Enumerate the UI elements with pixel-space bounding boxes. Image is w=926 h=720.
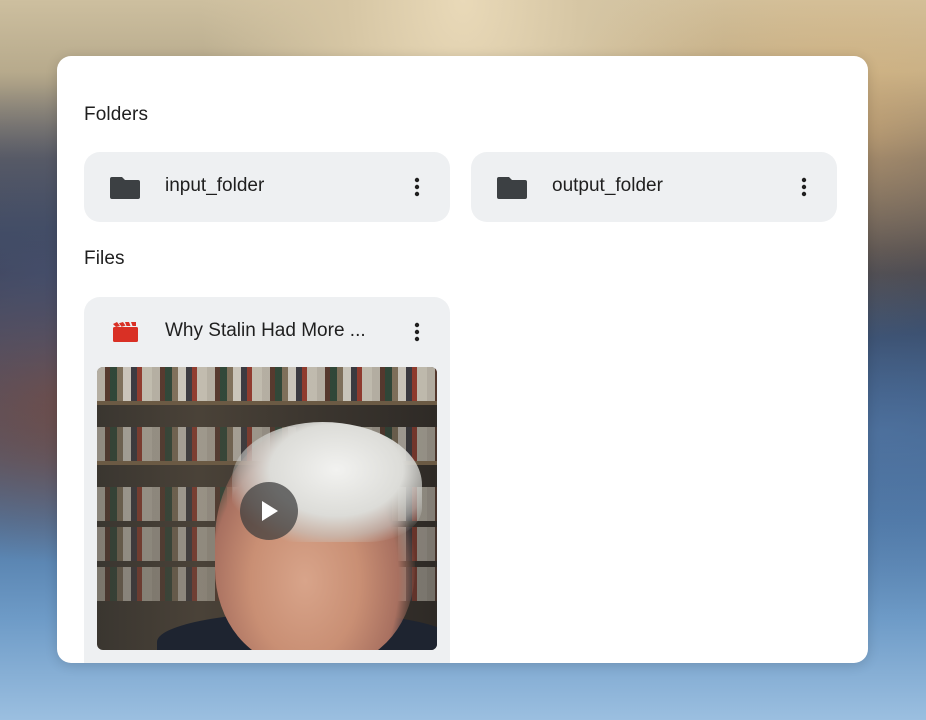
more-options-button[interactable] [402,171,432,203]
folder-name: output_folder [552,175,663,196]
more-vert-icon [414,177,420,197]
folder-icon [497,177,527,199]
more-vert-icon [414,322,420,342]
video-thumbnail[interactable] [97,367,437,650]
files-section-title: Files [84,248,125,269]
more-vert-icon [801,177,807,197]
folder-card-input-folder[interactable]: input_folder [84,152,450,222]
play-icon [262,501,278,521]
play-button[interactable] [240,482,298,540]
folder-card-output-folder[interactable]: output_folder [471,152,837,222]
bookshelf-shelf [97,401,437,405]
bookshelf-books [97,367,437,401]
more-options-button[interactable] [789,171,819,203]
folders-section-title: Folders [84,104,149,125]
video-file-icon [113,322,138,342]
file-browser-panel: Folders input_folder output_folder Files… [57,56,868,663]
more-options-button[interactable] [402,316,432,348]
folder-name: input_folder [165,175,265,196]
file-name: Why Stalin Had More ... [165,320,366,341]
file-card-video[interactable]: Why Stalin Had More ... [84,297,450,663]
folder-icon [110,177,140,199]
